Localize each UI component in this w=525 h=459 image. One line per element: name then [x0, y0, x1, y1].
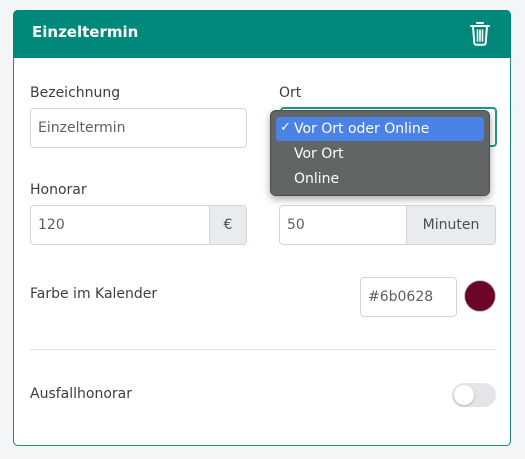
honorar-input-group: 120 € [30, 205, 247, 245]
bezeichnung-input[interactable]: Einzeltermin [30, 108, 247, 148]
bezeichnung-label: Bezeichnung [30, 85, 121, 101]
dauer-input-group: 50 Minuten [279, 205, 496, 245]
dauer-value: 50 [287, 217, 305, 233]
option-label: Vor Ort oder Online [294, 121, 430, 137]
ort-option-vor-ort-oder-online[interactable]: ✓ Vor Ort oder Online [276, 117, 484, 141]
honorar-value: 120 [38, 217, 65, 233]
card-title: Einzeltermin [32, 23, 139, 41]
trash-icon[interactable] [469, 21, 491, 47]
currency-addon: € [209, 205, 247, 245]
appointment-type-card: Einzeltermin Bezeichnung Einzeltermin Or… [13, 10, 511, 446]
minutes-addon: Minuten [406, 205, 496, 245]
honorar-input[interactable]: 120 [30, 205, 209, 245]
color-swatch[interactable] [464, 280, 496, 312]
ort-option-online[interactable]: Online [276, 167, 484, 191]
bezeichnung-value: Einzeltermin [38, 120, 126, 136]
ort-option-vor-ort[interactable]: Vor Ort [276, 142, 484, 166]
ausfallhonorar-label: Ausfallhonorar [30, 386, 132, 402]
ort-dropdown-menu: ✓ Vor Ort oder Online Vor Ort Online [270, 110, 490, 196]
ausfallhonorar-toggle[interactable] [452, 383, 496, 407]
divider [30, 349, 496, 350]
option-label: Vor Ort [294, 146, 344, 162]
card-header: Einzeltermin [13, 10, 511, 58]
farbe-label: Farbe im Kalender [30, 286, 158, 302]
option-label: Online [294, 171, 340, 187]
honorar-label: Honorar [30, 182, 87, 198]
ort-label: Ort [279, 85, 302, 101]
dauer-input[interactable]: 50 [279, 205, 406, 245]
color-hex-input[interactable]: #6b0628 [360, 277, 457, 317]
checkmark-icon: ✓ [280, 120, 291, 135]
toggle-knob [454, 385, 474, 405]
color-hex-value: #6b0628 [368, 289, 434, 305]
